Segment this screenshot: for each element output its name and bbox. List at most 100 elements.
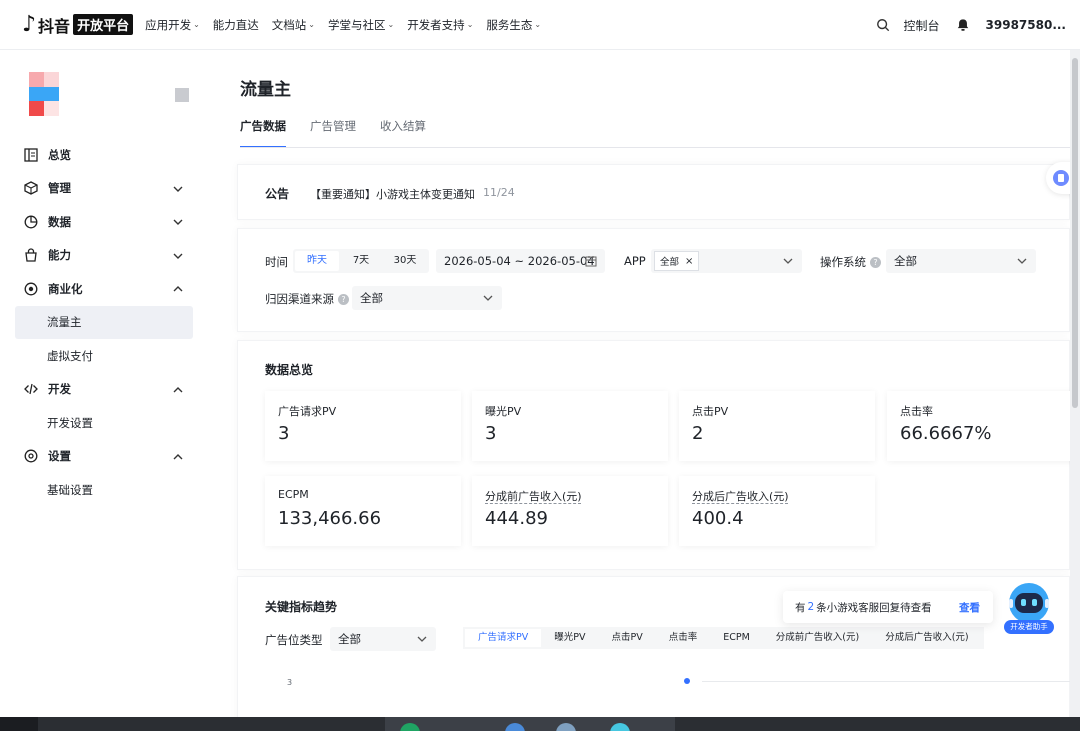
menu-app-dev[interactable]: 应用开发 ⌄	[145, 17, 200, 33]
app-switch-icon[interactable]	[175, 88, 189, 102]
brand-badge: 开放平台	[73, 14, 134, 35]
y-axis-tick: 3	[287, 678, 293, 687]
vertical-scrollbar[interactable]	[1070, 50, 1080, 717]
chevron-down-icon: ⌄	[466, 20, 474, 29]
assistant-label: 开发者助手	[1004, 620, 1054, 634]
brand-name: 抖音	[38, 16, 71, 36]
date-range-picker[interactable]: 2026-05-04 ~ 2026-05-04	[436, 249, 605, 273]
metric-tab-click-pv[interactable]: 点击PV	[598, 629, 655, 647]
bag-icon	[25, 248, 37, 262]
notice-card: 公告 【重要通知】小游戏主体变更通知 11/24	[237, 164, 1070, 220]
filter-card: 时间 昨天 7天 30天 2026-05-04 ~ 2026-05-04 APP…	[237, 228, 1070, 332]
notice-label: 公告	[265, 187, 290, 201]
sidebar-item-overview[interactable]: 总览	[0, 138, 208, 172]
app-select[interactable]: 全部 ×	[651, 249, 802, 273]
cube-icon	[24, 181, 38, 195]
chevron-down-icon: ⌄	[387, 20, 395, 29]
metric-tab-ctr[interactable]: 点击率	[656, 629, 711, 647]
chevron-down-icon	[417, 636, 427, 642]
sidebar-item-develop[interactable]: 开发	[0, 373, 208, 407]
calendar-icon	[585, 256, 597, 267]
notice-link[interactable]: 【重要通知】小游戏主体变更通知	[310, 186, 475, 202]
metric-tab-ad-request-pv[interactable]: 广告请求PV	[465, 629, 542, 647]
metric-tab-revenue-before[interactable]: 分成前广告收入(元)	[763, 629, 872, 647]
sidebar-item-monetization[interactable]: 商业化	[0, 272, 208, 306]
toast-view-link[interactable]: 查看	[959, 600, 980, 615]
chevron-down-icon: ⌄	[534, 20, 542, 29]
help-icon[interactable]: ?	[338, 294, 349, 305]
channel-select[interactable]: 全部	[352, 286, 502, 310]
metric-tab-impression-pv[interactable]: 曝光PV	[541, 629, 598, 647]
channel-label: 归因渠道来源?	[265, 291, 349, 307]
console-link[interactable]: 控制台	[904, 17, 940, 34]
time-option-7d[interactable]: 7天	[339, 251, 383, 271]
metric-tab-revenue-after[interactable]: 分成后广告收入(元)	[872, 629, 981, 647]
top-right-actions: 控制台 39987580...	[876, 0, 1080, 50]
toast-count: 2	[807, 601, 815, 613]
developer-assistant[interactable]: 开发者助手	[1004, 582, 1054, 636]
search-icon[interactable]	[876, 18, 890, 32]
reply-toast: 有 2 条小游戏客服回复待查看 查看	[783, 591, 993, 623]
brand-logo[interactable]: ♪ 抖音 开放平台	[22, 11, 134, 37]
sidebar-item-manage[interactable]: 管理	[0, 172, 208, 206]
ad-type-select[interactable]: 全部	[330, 627, 436, 651]
os-select[interactable]: 全部	[886, 249, 1036, 273]
os-taskbar	[0, 717, 1080, 731]
page-title: 流量主	[240, 80, 291, 100]
bell-icon[interactable]	[956, 18, 970, 32]
time-option-30d[interactable]: 30天	[383, 251, 427, 271]
scrollbar-thumb[interactable]	[1072, 58, 1078, 408]
time-option-yesterday[interactable]: 昨天	[295, 251, 339, 271]
trend-title: 关键指标趋势	[265, 600, 338, 614]
tab-ad-data[interactable]: 广告数据	[240, 118, 286, 148]
menu-capabilities[interactable]: 能力直达	[213, 17, 259, 33]
taskbar-apps	[385, 717, 675, 731]
app-tag: 全部 ×	[654, 251, 700, 271]
legend-dot	[684, 678, 690, 684]
metric-click-pv: 点击PV 2	[679, 391, 875, 461]
sidebar-item-traffic-owner[interactable]: 流量主	[15, 305, 193, 339]
dashboard-icon	[24, 148, 38, 162]
menu-academy[interactable]: 学堂与社区 ⌄	[328, 17, 394, 33]
app-logo	[29, 72, 59, 116]
ad-icon	[24, 282, 38, 296]
settings-icon	[24, 449, 38, 463]
metric-tab-ecpm[interactable]: ECPM	[710, 629, 763, 647]
tab-ad-management[interactable]: 广告管理	[310, 118, 356, 148]
metric-ctr: 点击率 66.6667%	[887, 391, 1080, 461]
metric-revenue-after-share: 分成后广告收入(元) 400.4	[679, 476, 875, 546]
menu-docs[interactable]: 文档站 ⌄	[272, 17, 315, 33]
chevron-up-icon	[173, 286, 183, 292]
app-label: APP	[624, 254, 646, 268]
chevron-down-icon: ⌄	[308, 20, 315, 29]
chevron-up-icon	[173, 453, 183, 459]
chevron-down-icon: ⌄	[193, 20, 200, 29]
robot-icon	[1009, 583, 1049, 623]
close-icon[interactable]: ×	[685, 256, 693, 267]
metric-revenue-before-share: 分成前广告收入(元) 444.89	[472, 476, 668, 546]
sidebar-item-dev-settings[interactable]: 开发设置	[0, 406, 208, 440]
metric-ad-request-pv: 广告请求PV 3	[265, 391, 461, 461]
taskbar-start[interactable]	[0, 717, 38, 731]
sidebar-item-basic-settings[interactable]: 基础设置	[0, 473, 208, 507]
tiktok-icon: ♪	[22, 11, 37, 37]
menu-dev-support[interactable]: 开发者支持 ⌄	[407, 17, 473, 33]
sidebar: 总览 管理 数据 能力 商业化 流量主 虚拟支付 开发 开发设置 设置 基础设置	[0, 50, 208, 731]
main-menu: 应用开发 ⌄ 能力直达 文档站 ⌄ 学堂与社区 ⌄ 开发者支持 ⌄ 服务生态 ⌄	[145, 17, 554, 33]
time-range-segment: 昨天 7天 30天	[293, 249, 429, 273]
chevron-down-icon	[783, 258, 793, 264]
sidebar-nav: 总览 管理 数据 能力 商业化 流量主 虚拟支付 开发 开发设置 设置 基础设置	[0, 138, 208, 507]
data-overview-card: 数据总览 广告请求PV 3 曝光PV 3 点击PV 2 点击率 66.6667%…	[237, 340, 1080, 570]
user-account[interactable]: 39987580...	[986, 18, 1066, 32]
sidebar-item-capability[interactable]: 能力	[0, 239, 208, 273]
grid-line	[702, 681, 1071, 682]
chevron-down-icon	[1017, 258, 1027, 264]
main-content: 流量主 广告数据 广告管理 收入结算 公告 【重要通知】小游戏主体变更通知 11…	[208, 50, 1080, 731]
menu-ecosystem[interactable]: 服务生态 ⌄	[486, 17, 541, 33]
sidebar-item-virtual-payment[interactable]: 虚拟支付	[0, 339, 208, 373]
tab-revenue-settlement[interactable]: 收入结算	[380, 118, 426, 148]
os-label: 操作系统?	[820, 254, 881, 270]
sidebar-item-data[interactable]: 数据	[0, 205, 208, 239]
sidebar-item-settings[interactable]: 设置	[0, 440, 208, 474]
help-icon[interactable]: ?	[870, 257, 881, 268]
